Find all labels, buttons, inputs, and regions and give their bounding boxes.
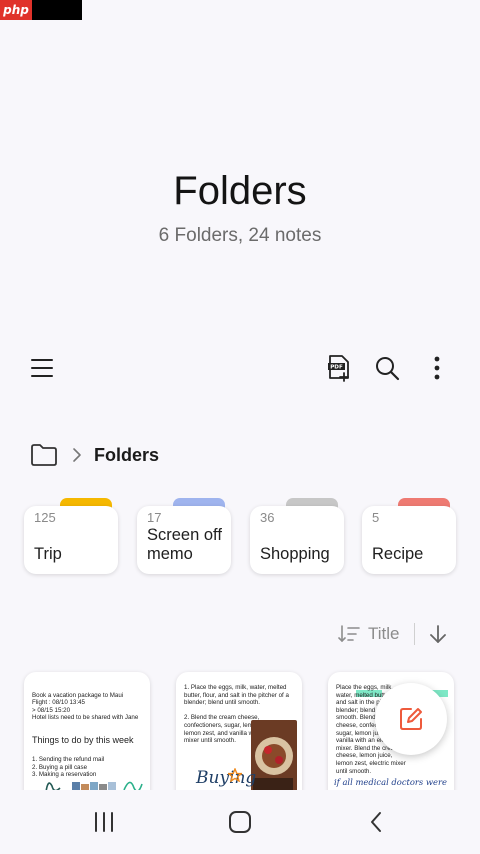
folder-icon[interactable] xyxy=(30,442,60,468)
note-heading: Things to do by this week xyxy=(32,734,134,745)
folder-name: Screen off memo xyxy=(147,526,222,563)
folder-card-screen-off-memo[interactable]: 17 Screen off memo xyxy=(137,498,231,574)
home-icon[interactable] xyxy=(220,804,260,840)
handwriting: Buying xyxy=(196,768,257,788)
page-subtitle: 6 Folders, 24 notes xyxy=(158,225,322,246)
breadcrumb: Folders xyxy=(30,440,159,470)
folder-name: Recipe xyxy=(372,545,424,563)
system-navigation-bar xyxy=(0,790,480,854)
compose-note-button[interactable] xyxy=(375,683,447,755)
pdf-add-icon[interactable]: PDF xyxy=(324,352,354,384)
hamburger-menu-icon[interactable] xyxy=(28,354,56,382)
breadcrumb-current[interactable]: Folders xyxy=(94,445,159,466)
recent-apps-icon[interactable] xyxy=(84,804,124,840)
watermark-logo: php xyxy=(0,0,32,20)
folder-card-body: 36 Shopping xyxy=(250,506,344,574)
folder-name: Shopping xyxy=(260,545,330,563)
arrow-down-icon[interactable] xyxy=(429,622,451,646)
folder-card-recipe[interactable]: 5 Recipe xyxy=(362,498,456,574)
folder-card-body: 17 Screen off memo xyxy=(137,506,231,574)
folder-card-shopping[interactable]: 36 Shopping xyxy=(250,498,344,574)
back-icon[interactable] xyxy=(356,804,396,840)
sort-divider xyxy=(413,623,415,645)
sort-icon[interactable] xyxy=(338,622,362,646)
star-doodle-icon xyxy=(228,768,242,782)
folder-card-body: 125 Trip xyxy=(24,506,118,574)
chevron-right-icon xyxy=(72,445,86,465)
folder-card-trip[interactable]: 125 Trip xyxy=(24,498,118,574)
search-icon[interactable] xyxy=(372,353,402,383)
more-vertical-icon[interactable] xyxy=(424,353,450,383)
svg-text:PDF: PDF xyxy=(330,365,343,371)
folder-card-body: 5 Recipe xyxy=(362,506,456,574)
folder-count: 36 xyxy=(260,510,275,525)
folder-count: 5 xyxy=(372,510,380,525)
compose-note-icon xyxy=(397,705,425,733)
folder-count: 17 xyxy=(147,510,162,525)
food-photo-image xyxy=(251,720,297,794)
sort-title-button[interactable]: Title xyxy=(368,624,400,644)
folder-count: 125 xyxy=(34,510,56,525)
note-body: Book a vacation package to Maui Flight :… xyxy=(32,691,139,722)
screen: php Folders 6 Folders, 24 notes PDF Fold… xyxy=(0,0,480,854)
page-title: Folders xyxy=(173,169,307,213)
sort-bar: Title xyxy=(338,620,451,648)
folder-name: Trip xyxy=(34,545,62,563)
watermark: php xyxy=(0,0,82,20)
